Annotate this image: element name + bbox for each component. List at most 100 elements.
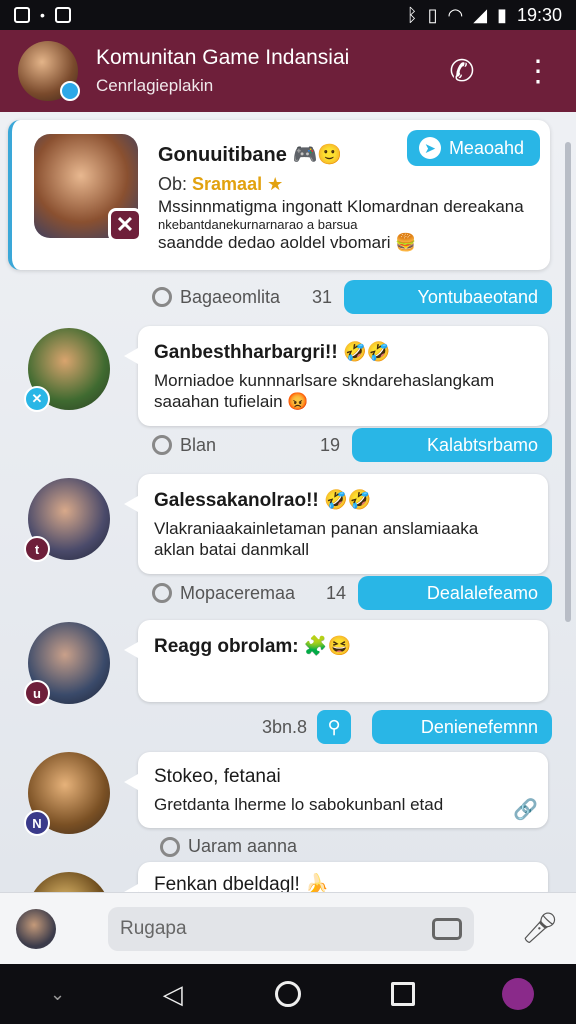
pinned-body-line: nkebantdanekurnarnarao a barsua <box>158 217 358 232</box>
pinned-body: Mssinnmatigma ingonatt Klomardnan dereak… <box>158 198 538 252</box>
game-emoji-icon: 🎮🙂 <box>292 144 343 166</box>
chevron-down-icon[interactable]: ⌄ <box>36 972 80 1016</box>
message-bubble[interactable]: Fenkan dbeldagl! 🍌 <box>124 862 548 892</box>
message-title: Ganbesthharbargri!! <box>154 342 338 363</box>
emoji-icon: 🤣🤣 <box>324 490 372 511</box>
app-badge-icon: u <box>24 680 50 706</box>
sender-avatar[interactable]: u <box>24 622 110 706</box>
meta-name: Bagaeomlita <box>180 286 281 307</box>
message-bubble[interactable]: Reagg obrolam: 🧩😆 <box>124 620 548 702</box>
emoji-icon: 🍌 <box>305 874 329 892</box>
link-icon[interactable]: 🔗 <box>513 797 538 822</box>
bluetooth-icon: ᛒ <box>406 4 418 25</box>
group-subtitle: Cenrlagieplakin <box>96 76 214 95</box>
meta-pill-button[interactable]: Yontubaeotand <box>344 280 552 314</box>
home-icon[interactable] <box>266 972 310 1016</box>
sender-avatar[interactable] <box>28 872 110 892</box>
pinned-body-line: saandde dedao aoldel vbomari <box>158 233 391 252</box>
message-text: saaahan tufielain <box>154 392 283 411</box>
message-input-placeholder: Rugapa <box>120 917 187 939</box>
message-meta-row: 3bn.8 ⚲ Denienefemnn <box>262 710 552 744</box>
pinned-action-button[interactable]: ➤ Meaoahd <box>406 130 540 166</box>
message-meta-row: Bagaeomlita 31 Yontubaeotand <box>152 280 552 314</box>
message-input[interactable]: Rugapa <box>108 906 474 951</box>
meta-pill-button[interactable]: Denienefemnn <box>372 710 552 744</box>
group-avatar[interactable] <box>18 41 80 101</box>
message-title: Stokeo, fetanai <box>154 766 281 787</box>
meta-name: Mopaceremaa <box>180 582 296 603</box>
app-icon <box>14 7 30 23</box>
status-bar: • ᛒ ▯ ◠ ◢ ▮ 19:30 <box>0 0 576 30</box>
camera-icon[interactable] <box>432 917 462 940</box>
message-composer: Rugapa 🎤︎ <box>0 892 576 964</box>
pinned-role-prefix: Ob: <box>158 174 188 194</box>
emoji-icon: 🤣🤣 <box>342 342 391 363</box>
t-badge-icon: t <box>24 536 50 562</box>
more-vert-icon[interactable]: ⋮ <box>518 51 558 91</box>
message-meta-row: Mopaceremaa 14 Dealalefeamo <box>152 576 552 610</box>
message-title: Reagg obrolam: <box>154 636 299 657</box>
mic-icon[interactable]: 🎤︎ <box>520 909 560 949</box>
verified-badge-icon <box>60 81 80 101</box>
telegram-icon: ➤ <box>418 137 441 159</box>
meta-name: Uaram aanna <box>188 836 298 856</box>
message-bubble[interactable]: Ganbesthharbargri!! 🤣🤣 Morniadoe kunnnar… <box>124 326 548 426</box>
meta-pill-button[interactable]: Dealalefeamo <box>358 576 552 610</box>
pinned-role-value: Sramaal <box>192 174 263 194</box>
sender-avatar[interactable]: ✕ <box>24 328 110 412</box>
battery-icon: ▮ <box>497 4 507 25</box>
pinned-message-card[interactable]: ✕ Gonuuitibane 🎮🙂 Ob: Sramaal ★ Mssinnma… <box>8 120 550 270</box>
chat-header: Komunitan Game Indansiai Cenrlagieplakin… <box>0 30 576 112</box>
n-badge-icon: N <box>24 810 50 836</box>
message-bubble[interactable]: Galessakanolrao!! 🤣🤣 Vlakraniaakainletam… <box>124 474 548 574</box>
chat-area[interactable]: ✕ Gonuuitibane 🎮🙂 Ob: Sramaal ★ Mssinnma… <box>0 112 576 892</box>
signal-icon: ◢ <box>473 4 488 25</box>
group-title: Komunitan Game Indansiai <box>96 46 350 69</box>
photo-icon <box>54 7 71 23</box>
home-circle <box>274 981 301 1007</box>
message-bubble[interactable]: Stokeo, fetanai Gretdanta lherme lo sabo… <box>124 752 548 828</box>
reply-icon <box>160 836 180 857</box>
pinned-role: Ob: Sramaal ★ <box>158 174 283 195</box>
phone-icon[interactable]: ✆ <box>442 51 482 91</box>
twitter-badge-icon: ✕ <box>24 386 50 412</box>
vibrate-icon: ▯ <box>427 4 438 25</box>
meta-count: 31 <box>311 286 332 307</box>
burger-emoji-icon: 🍔 <box>395 233 417 252</box>
reply-icon <box>152 435 172 455</box>
message-text: Vlakraniaakainletaman panan anslamiaaka <box>154 519 479 538</box>
message-text: aklan batai danmkall <box>154 540 309 559</box>
header-text[interactable]: Komunitan Game Indansiai Cenrlagieplakin <box>96 46 442 96</box>
meta-name: 3bn.8 <box>262 716 308 737</box>
my-avatar[interactable] <box>16 908 56 949</box>
search-icon[interactable]: ⚲ <box>317 710 352 744</box>
message-text: Morniadoe kunnnarlsare skndarehaslangkam <box>154 371 495 390</box>
scrollbar[interactable] <box>565 142 571 622</box>
meta-name: Blan <box>180 434 217 455</box>
message-title: Fenkan dbeldagl! <box>154 874 300 892</box>
dot-icon: • <box>40 7 45 23</box>
pinned-title: Gonuuitibane 🎮🙂 <box>158 142 342 167</box>
message-title: Galessakanolrao!! <box>154 490 319 511</box>
recents-icon[interactable] <box>381 972 425 1016</box>
clock: 19:30 <box>516 4 562 25</box>
star-icon: ★ <box>267 174 284 194</box>
sender-avatar[interactable]: t <box>24 478 110 562</box>
pinned-action-label: Meaoahd <box>448 137 524 158</box>
meta-pill-button[interactable]: Kalabtsrbamo <box>352 428 552 462</box>
pinned-avatar: ✕ <box>34 134 142 242</box>
pinned-title-text: Gonuuitibane <box>158 144 287 166</box>
message-meta-row: Blan 19 Kalabtsrbamo <box>152 428 552 462</box>
message-text: Gretdanta lherme lo sabokunbanl etad <box>154 795 444 814</box>
x-badge-icon: ✕ <box>108 208 142 242</box>
wifi-icon: ◠ <box>447 4 464 25</box>
reply-icon <box>152 583 172 603</box>
emoji-icon: 🧩😆 <box>303 636 352 657</box>
reply-icon <box>152 287 172 307</box>
sender-avatar[interactable]: N <box>24 752 110 836</box>
app-shortcut-icon[interactable] <box>496 972 540 1016</box>
back-icon[interactable]: ◁ <box>151 972 195 1016</box>
system-nav-bar: ⌄ ◁ <box>0 964 576 1024</box>
recents-square <box>391 982 416 1006</box>
meta-count: 19 <box>319 434 340 455</box>
